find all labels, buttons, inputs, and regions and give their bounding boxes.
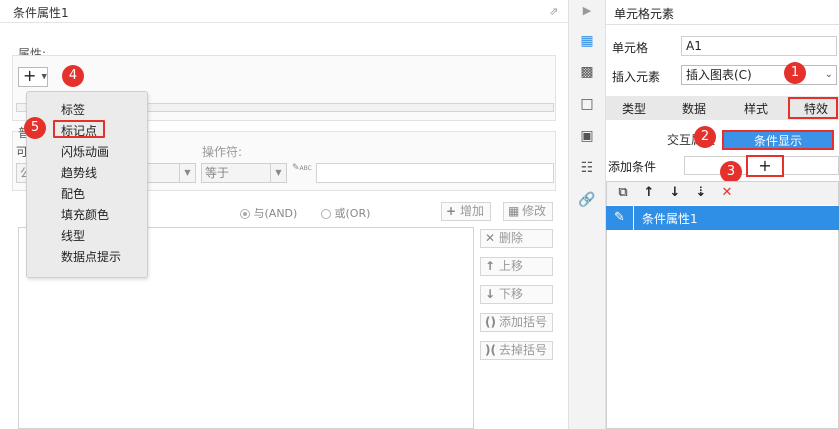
list-toolbar: ⧉ ↑ ↓ ⇣ ✕ xyxy=(606,181,839,205)
bracket-icon: () xyxy=(485,315,496,329)
template-icon[interactable]: ☷ xyxy=(577,160,597,180)
list-item[interactable]: ✎ 条件属性1 xyxy=(606,206,839,230)
add-bracket-label: 添加括号 xyxy=(499,315,548,329)
radio-or-label: 或(OR) xyxy=(334,207,371,220)
radio-or-indicator xyxy=(321,209,331,219)
callout-badge-5: 5 xyxy=(24,117,46,139)
menu-item-tooltip[interactable]: 数据点提示 xyxy=(61,248,121,265)
menu-item-trendline[interactable]: 趋势线 xyxy=(61,164,97,181)
move-down-button[interactable]: ↓ 下移 xyxy=(480,285,553,304)
insert-element-label: 插入元素 xyxy=(612,70,661,84)
callout-badge-2: 2 xyxy=(694,126,716,148)
delete-icon[interactable]: ✕ xyxy=(719,185,735,201)
callout-badge-3: 3 xyxy=(720,161,742,183)
radio-or[interactable]: 或(OR) xyxy=(321,205,370,221)
widget-settings-icon[interactable]: □ xyxy=(577,96,597,116)
caret-down-icon: ▼ xyxy=(41,72,47,81)
insert-element-value: 插入图表(C) xyxy=(686,68,752,82)
arrow-down-icon: ↓ xyxy=(485,287,496,301)
arrow-up-icon[interactable]: ↑ xyxy=(641,185,657,201)
subtab-condition-display[interactable]: 条件显示 xyxy=(722,130,834,150)
tab-data[interactable]: 数据 xyxy=(682,100,706,117)
menu-item-color-scheme[interactable]: 配色 xyxy=(61,185,85,202)
add-condition-button[interactable]: + xyxy=(746,155,784,177)
add-button-label: 增加 xyxy=(460,204,485,218)
cell-label: 单元格 xyxy=(612,41,649,55)
callout-badge-4: 4 xyxy=(62,65,84,87)
add-button[interactable]: + 增加 xyxy=(441,202,491,221)
radio-and-label: 与(AND) xyxy=(253,207,298,220)
marker-highlight-box xyxy=(53,120,105,138)
remove-bracket-icon: )( xyxy=(485,343,496,357)
menu-item-blink[interactable]: 闪烁动画 xyxy=(61,143,109,160)
cell-input[interactable]: A1 xyxy=(681,36,837,56)
arrow-down-icon[interactable]: ↓ xyxy=(667,185,683,201)
dialog-title: 条件属性1 xyxy=(13,6,69,20)
panel-title: 单元格元素 xyxy=(614,7,675,21)
callout-badge-1: 1 xyxy=(784,62,806,84)
radio-and-indicator xyxy=(240,209,250,219)
tab-type[interactable]: 类型 xyxy=(622,100,646,117)
cell-element-panel: 单元格元素 单元格 A1 插入元素 插入图表(C) ⌄ 1 类型 数据 样式 特… xyxy=(606,0,839,429)
remove-bracket-button[interactable]: )(去掉括号 xyxy=(480,341,553,360)
close-icon: ✕ xyxy=(485,231,496,245)
plus-icon: + xyxy=(446,204,457,218)
chevron-down-icon: ▼ xyxy=(179,164,195,182)
insert-element-select[interactable]: 插入图表(C) ⌄ xyxy=(681,65,837,85)
modify-button-label: 修改 xyxy=(522,204,547,218)
expand-arrow-icon[interactable]: ▶ xyxy=(577,4,597,24)
menu-item-label[interactable]: 标签 xyxy=(61,101,85,118)
condition-property-dialog: 条件属性1 ⇗ 属性: + ▼ 4 普 可 公 ▼ 操作符: 等于 ▼ ✎ABC… xyxy=(0,0,568,429)
operator-value: 等于 xyxy=(205,166,230,180)
menu-item-fill-color[interactable]: 填充颜色 xyxy=(61,206,109,223)
radio-and[interactable]: 与(AND) xyxy=(240,205,297,221)
delete-button-label: 删除 xyxy=(499,231,524,245)
chevron-down-icon: ▼ xyxy=(270,164,286,182)
delete-button[interactable]: ✕ 删除 xyxy=(480,229,553,248)
formula-abc-icon[interactable]: ✎ABC xyxy=(292,163,314,183)
plus-icon: + xyxy=(23,66,37,85)
copy-icon[interactable]: ⧉ xyxy=(615,185,631,201)
chevron-down-icon: ⌄ xyxy=(824,69,833,80)
remove-bracket-label: 去掉括号 xyxy=(499,343,548,357)
property-type-menu: 标签 标记点 闪烁动画 趋势线 配色 填充颜色 线型 数据点提示 xyxy=(26,91,148,278)
modify-button[interactable]: ▦ 修改 xyxy=(503,202,553,221)
title-divider xyxy=(0,22,568,23)
pencil-icon[interactable]: ✎ xyxy=(606,206,634,230)
move-down-label: 下移 xyxy=(499,287,524,301)
tab-effect[interactable]: 特效 xyxy=(804,100,828,117)
value-input[interactable] xyxy=(316,163,554,183)
arrow-up-icon: ↑ xyxy=(485,259,496,273)
list-item-label: 条件属性1 xyxy=(642,212,698,226)
edit-icon: ▦ xyxy=(508,204,520,218)
add-bracket-button[interactable]: () 添加括号 xyxy=(480,313,553,332)
menu-item-line-type[interactable]: 线型 xyxy=(61,227,85,244)
operator-label: 操作符: xyxy=(202,145,243,159)
form-icon[interactable]: ▣ xyxy=(577,128,597,148)
add-property-button[interactable]: + ▼ xyxy=(18,67,48,87)
add-condition-label: 添加条件 xyxy=(608,160,657,174)
link-icon[interactable]: 🔗 xyxy=(577,192,597,212)
tab-style[interactable]: 样式 xyxy=(744,100,768,117)
side-icon-strip: ▶ ▦ ▩ □ ▣ ☷ 🔗 xyxy=(568,0,606,429)
collapse-icon[interactable]: ⇗ xyxy=(549,5,563,19)
panel-divider xyxy=(606,24,839,25)
operator-select[interactable]: 等于 ▼ xyxy=(201,163,287,183)
move-up-button[interactable]: ↑ 上移 xyxy=(480,257,553,276)
move-up-label: 上移 xyxy=(499,259,524,273)
cell-attribute-icon[interactable]: ▩ xyxy=(577,64,597,84)
cell-element-icon[interactable]: ▦ xyxy=(577,33,597,53)
move-bottom-icon[interactable]: ⇣ xyxy=(693,185,709,201)
